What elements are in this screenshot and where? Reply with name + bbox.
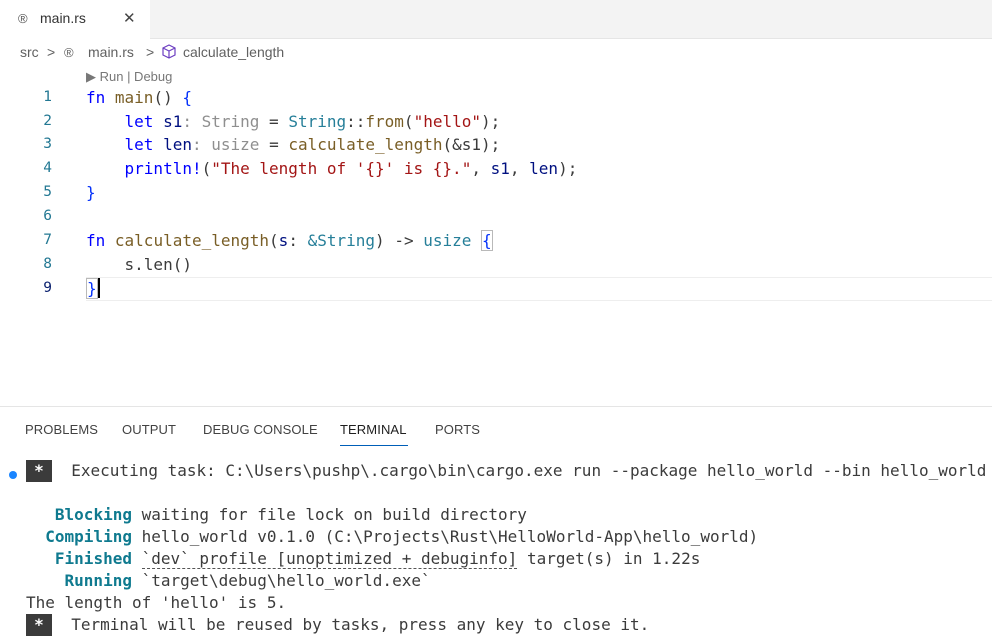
breadcrumb-folder[interactable]: src <box>20 44 39 60</box>
tab-ports[interactable]: PORTS <box>435 422 480 437</box>
code-line-current: 9 } <box>0 277 992 301</box>
task-status-dot <box>9 471 17 479</box>
matching-bracket: } <box>86 278 98 299</box>
code-line: 5 } <box>0 181 992 204</box>
code-line: 1 fn main() { <box>0 86 992 109</box>
code-line: 8 s.len() <box>0 253 992 276</box>
terminal-line: Finished `dev` profile [unoptimized + de… <box>54 549 701 569</box>
chevron-right-icon: > <box>146 44 155 60</box>
terminal-line: * Executing task: C:\Users\pushp\.cargo\… <box>26 460 986 482</box>
matching-bracket: { <box>481 230 493 251</box>
line-number: 9 <box>43 280 52 296</box>
tab-problems[interactable]: PROBLEMS <box>25 422 98 437</box>
active-tab-indicator <box>340 445 408 446</box>
line-number: 4 <box>43 160 52 176</box>
line-number: 3 <box>43 136 52 152</box>
text-cursor <box>97 278 100 298</box>
terminal-line: Blocking waiting for file lock on build … <box>54 505 527 524</box>
task-badge: * <box>26 614 52 636</box>
tab-main-rs[interactable]: ® main.rs ✕ <box>0 0 150 39</box>
breadcrumb-file[interactable]: main.rs <box>88 44 134 60</box>
line-number: 8 <box>43 256 52 272</box>
tab-debug-console[interactable]: DEBUG CONSOLE <box>203 422 318 437</box>
codelens-run-debug[interactable]: ▶ Run | Debug <box>86 69 172 85</box>
tab-label: main.rs <box>40 10 86 26</box>
current-line-highlight <box>86 277 992 301</box>
editor-tab-bar: ® main.rs ✕ <box>0 0 992 39</box>
line-number: 6 <box>43 208 52 224</box>
tab-terminal[interactable]: TERMINAL <box>340 422 407 437</box>
code-line: 7 fn calculate_length(s: &String) -> usi… <box>0 229 992 252</box>
line-number: 2 <box>43 113 52 129</box>
terminal-line: * Terminal will be reused by tasks, pres… <box>26 614 649 636</box>
breadcrumb: src > ® main.rs > calculate_length <box>0 44 992 64</box>
rust-icon: ® <box>64 45 74 60</box>
task-badge: * <box>26 460 52 482</box>
code-line: 4 println!("The length of '{}' is {}.", … <box>0 157 992 180</box>
terminal-line: Running `target\debug\hello_world.exe` <box>64 571 431 590</box>
tab-output[interactable]: OUTPUT <box>122 422 176 437</box>
code-line: 3 let len: usize = calculate_length(&s1)… <box>0 133 992 156</box>
line-number: 5 <box>43 184 52 200</box>
inlay-type-hint: : String <box>182 112 260 131</box>
cube-icon <box>161 43 177 64</box>
inlay-type-hint: : usize <box>191 135 260 154</box>
code-line: 6 <box>0 205 992 228</box>
terminal-line: Compiling hello_world v0.1.0 (C:\Project… <box>45 527 759 546</box>
code-line: 2 let s1: String = String::from("hello")… <box>0 110 992 133</box>
breadcrumb-symbol[interactable]: calculate_length <box>183 44 284 60</box>
line-number: 7 <box>43 232 52 248</box>
bottom-panel: PROBLEMS OUTPUT DEBUG CONSOLE TERMINAL P… <box>0 406 992 636</box>
line-number: 1 <box>43 89 52 105</box>
chevron-right-icon: > <box>47 44 56 60</box>
rust-icon: ® <box>18 11 28 26</box>
terminal-line: The length of 'hello' is 5. <box>26 593 287 612</box>
close-icon[interactable]: ✕ <box>123 9 136 27</box>
